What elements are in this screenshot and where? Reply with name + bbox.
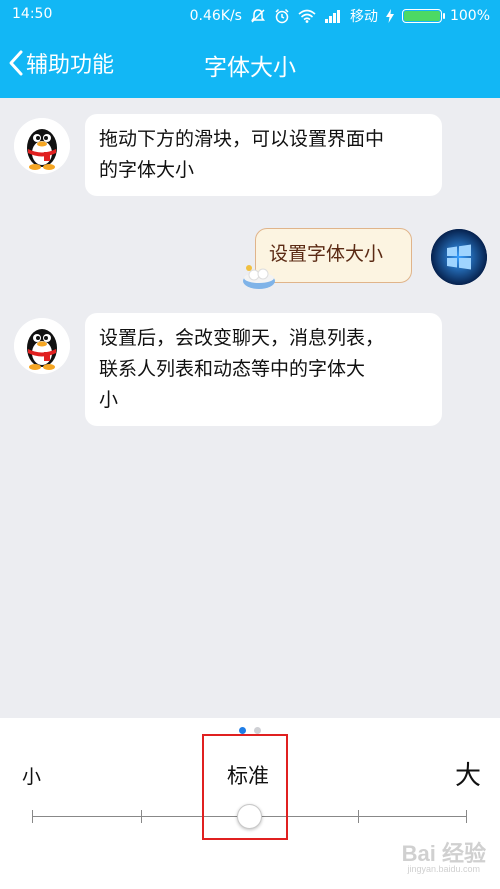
top-bar: 14:50 0.46K/s 移动 100% 辅助功能 字体大小 (0, 0, 500, 98)
my-message-bubble: 设置字体大小 (255, 228, 412, 283)
penguin-icon (14, 318, 70, 374)
signal-icon (324, 10, 340, 23)
penguin-icon (14, 118, 70, 174)
page-title: 字体大小 (204, 55, 296, 81)
highlight-box (202, 734, 288, 840)
message-line: 联系人列表和动态等中的字体大 (99, 358, 366, 380)
battery-icon (401, 9, 445, 23)
label-large: 大 (455, 761, 482, 791)
message-text: 设置字体大小 (269, 243, 384, 265)
page-dot (254, 727, 261, 734)
title-bar: 辅助功能 字体大小 (0, 38, 500, 90)
slider-tick[interactable] (32, 810, 33, 823)
carrier-name: 移动 (349, 9, 378, 25)
slider-tick[interactable] (357, 810, 359, 823)
slider-tick[interactable] (466, 810, 467, 823)
penguin-avatar[interactable] (14, 318, 70, 374)
page-indicator (0, 727, 500, 734)
battery-percent: 100% (449, 8, 490, 24)
message-line: 拖动下方的滑块，可以设置界面中 (99, 128, 385, 150)
battery-fill (403, 11, 440, 21)
no-disturb-icon (250, 9, 265, 23)
penguin-avatar[interactable] (14, 118, 70, 174)
message-bubble: 设置后，会改变聊天，消息列表， 联系人列表和动态等中的字体大 小 (85, 313, 442, 426)
label-small: 小 (22, 766, 42, 788)
status-right: 0.46K/s 移动 100% (190, 6, 490, 26)
wifi-icon (298, 9, 316, 23)
message-line: 小 (99, 389, 119, 411)
message-line: 的字体大小 (99, 159, 195, 181)
message-bubble: 拖动下方的滑块，可以设置界面中 的字体大小 (85, 114, 442, 196)
status-time: 14:50 (12, 6, 53, 22)
alarm-icon (275, 8, 289, 24)
message-line: 设置后，会改变聊天，消息列表， (99, 327, 385, 349)
watermark-url: jingyan.baidu.com (407, 864, 480, 874)
status-bar: 14:50 0.46K/s 移动 100% (0, 0, 500, 30)
windows-logo-icon (431, 229, 487, 285)
page-dot (239, 727, 246, 734)
network-speed: 0.46K/s (189, 8, 242, 24)
charging-icon (385, 9, 394, 23)
slider-tick[interactable] (140, 810, 142, 823)
windows-avatar[interactable] (431, 229, 487, 285)
bubble-sticker-icon (243, 265, 275, 289)
